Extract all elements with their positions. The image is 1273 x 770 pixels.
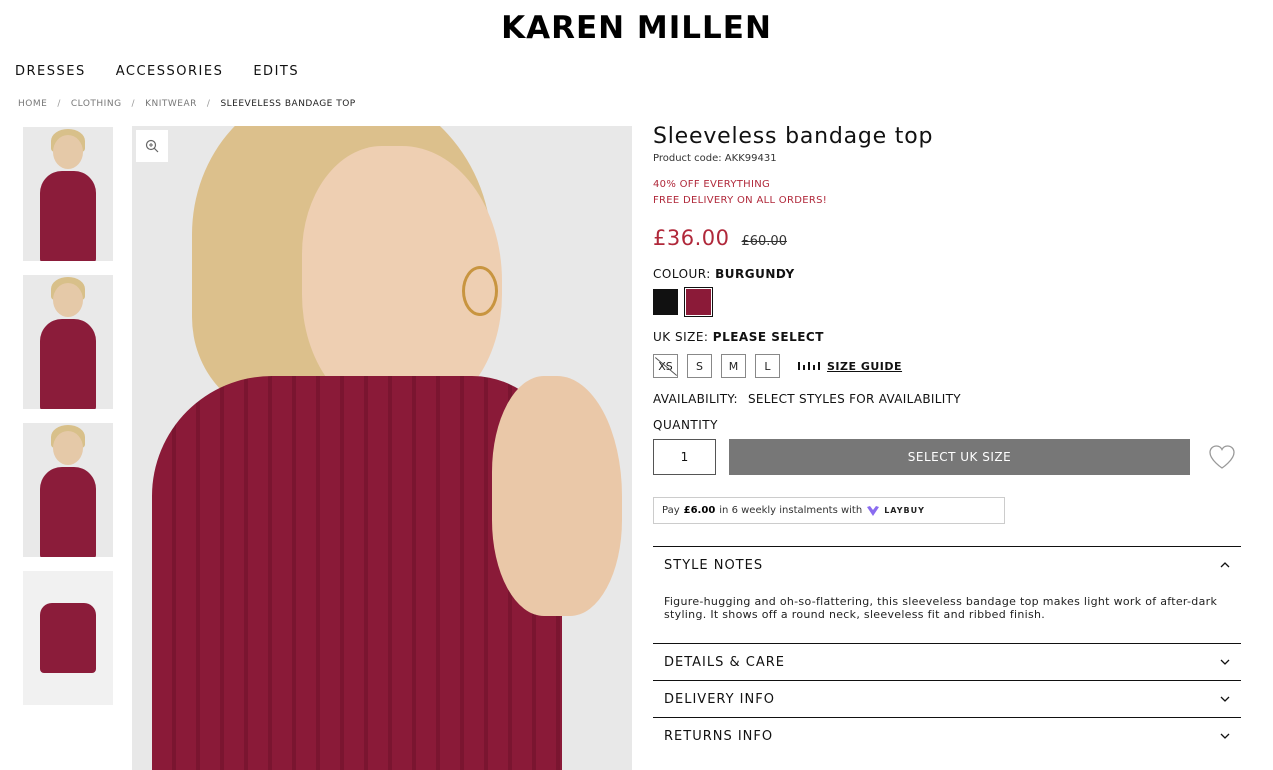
main-product-image[interactable]	[132, 126, 632, 770]
breadcrumb: HOME / CLOTHING / KNITWEAR / SLEEVELESS …	[18, 99, 356, 109]
size-option-m[interactable]: M	[721, 354, 746, 378]
colour-value: BURGUNDY	[715, 267, 795, 281]
product-accordion: STYLE NOTES Figure-hugging and oh-so-fla…	[653, 546, 1241, 754]
product-info: Sleeveless bandage top Product code: AKK…	[653, 124, 1241, 754]
laybuy-amount: £6.00	[683, 505, 716, 516]
breadcrumb-home[interactable]: HOME	[18, 99, 47, 109]
chevron-down-icon	[1220, 696, 1230, 702]
swatch-burgundy[interactable]	[684, 287, 713, 317]
size-selector: XS S M L SIZE GUIDE	[653, 354, 1241, 378]
breadcrumb-separator: /	[57, 99, 61, 109]
chevron-up-icon	[1220, 562, 1230, 568]
laybuy-heart-icon	[867, 505, 880, 516]
accordion-delivery-info: DELIVERY INFO	[653, 681, 1241, 718]
size-label-text: UK SIZE:	[653, 330, 709, 344]
laybuy-brand: LAYBUY	[884, 506, 925, 515]
thumbnail-image[interactable]	[23, 275, 113, 409]
nav-item-dresses[interactable]: DRESSES	[15, 64, 86, 79]
quantity-field[interactable]: 1	[653, 439, 716, 475]
thumbnail-gallery	[23, 127, 113, 719]
ruler-icon	[798, 362, 820, 370]
brand-logo[interactable]: KAREN MILLEN	[0, 10, 1273, 46]
breadcrumb-knitwear[interactable]: KNITWEAR	[145, 99, 197, 109]
colour-label: COLOUR: BURGUNDY	[653, 267, 1241, 281]
thumbnail-image[interactable]	[23, 127, 113, 261]
chevron-down-icon	[1220, 733, 1230, 739]
accordion-style-notes: STYLE NOTES Figure-hugging and oh-so-fla…	[653, 547, 1241, 644]
price-row: £36.00 £60.00	[653, 226, 1241, 250]
size-option-l[interactable]: L	[755, 354, 780, 378]
thumbnail-image[interactable]	[23, 571, 113, 705]
accordion-title: DELIVERY INFO	[664, 691, 775, 707]
quantity-label: QUANTITY	[653, 418, 718, 432]
breadcrumb-separator: /	[206, 99, 211, 109]
style-notes-text: Figure-hugging and oh-so-flattering, thi…	[664, 595, 1218, 621]
laybuy-pay: Pay	[662, 505, 680, 516]
swatch-black[interactable]	[653, 289, 678, 315]
nav-item-accessories[interactable]: ACCESSORIES	[116, 64, 224, 79]
accordion-header[interactable]: DELIVERY INFO	[653, 681, 1241, 717]
promo-message: 40% OFF EVERYTHING FREE DELIVERY ON ALL …	[653, 177, 1241, 209]
breadcrumb-current: SLEEVELESS BANDAGE TOP	[220, 99, 356, 109]
availability-label: AVAILABILITY:	[653, 392, 738, 406]
size-option-s[interactable]: S	[687, 354, 712, 378]
availability: AVAILABILITY: SELECT STYLES FOR AVAILABI…	[653, 392, 1241, 406]
accordion-title: DETAILS & CARE	[664, 654, 785, 670]
nav-item-edits[interactable]: EDITS	[253, 64, 299, 79]
accordion-returns-info: RETURNS INFO	[653, 718, 1241, 754]
product-code: Product code: AKK99431	[653, 153, 777, 164]
accordion-header[interactable]: RETURNS INFO	[653, 718, 1241, 754]
current-price: £36.00	[653, 226, 730, 250]
size-option-xs[interactable]: XS	[653, 354, 678, 378]
zoom-icon[interactable]	[136, 130, 168, 162]
product-title: Sleeveless bandage top	[653, 124, 934, 149]
accordion-details-care: DETAILS & CARE	[653, 644, 1241, 681]
accordion-title: STYLE NOTES	[664, 557, 764, 573]
heart-icon[interactable]	[1207, 442, 1237, 472]
breadcrumb-clothing[interactable]: CLOTHING	[71, 99, 122, 109]
accordion-header[interactable]: STYLE NOTES	[653, 547, 1241, 583]
add-to-bag-button[interactable]: SELECT UK SIZE	[729, 439, 1190, 475]
colour-swatches	[653, 287, 1241, 317]
laybuy-banner[interactable]: Pay £6.00 in 6 weekly instalments with L…	[653, 497, 1005, 524]
size-guide-text: SIZE GUIDE	[827, 359, 903, 373]
colour-label-text: COLOUR:	[653, 267, 711, 281]
promo-discount: 40% OFF EVERYTHING	[653, 179, 771, 190]
accordion-header[interactable]: DETAILS & CARE	[653, 644, 1241, 680]
availability-value: SELECT STYLES FOR AVAILABILITY	[747, 392, 961, 406]
breadcrumb-separator: /	[131, 99, 136, 109]
main-nav: DRESSES ACCESSORIES EDITS	[15, 64, 299, 79]
promo-delivery: FREE DELIVERY ON ALL ORDERS!	[653, 195, 828, 206]
size-value: PLEASE SELECT	[712, 330, 824, 344]
laybuy-text: in 6 weekly instalments with	[719, 505, 863, 516]
accordion-title: RETURNS INFO	[664, 728, 774, 744]
chevron-down-icon	[1220, 659, 1230, 665]
size-guide-link[interactable]: SIZE GUIDE	[797, 360, 902, 373]
buy-row: 1 SELECT UK SIZE	[653, 439, 1241, 475]
thumbnail-image[interactable]	[23, 423, 113, 557]
original-price: £60.00	[741, 234, 787, 249]
size-label: UK SIZE: PLEASE SELECT	[653, 330, 1241, 344]
